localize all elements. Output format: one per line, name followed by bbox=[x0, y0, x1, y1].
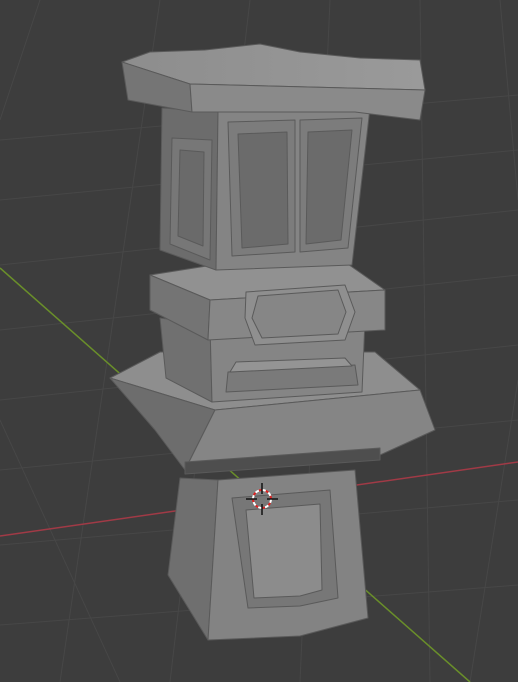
pillar-niche-inner bbox=[245, 503, 323, 599]
band-plaque-inner bbox=[251, 289, 347, 339]
viewport-canvas[interactable] bbox=[0, 0, 518, 682]
stone-lantern-mesh[interactable] bbox=[109, 43, 436, 641]
front-window-pane-left bbox=[237, 131, 289, 249]
3d-viewport[interactable] bbox=[0, 0, 518, 682]
left-window-pane bbox=[177, 149, 205, 247]
